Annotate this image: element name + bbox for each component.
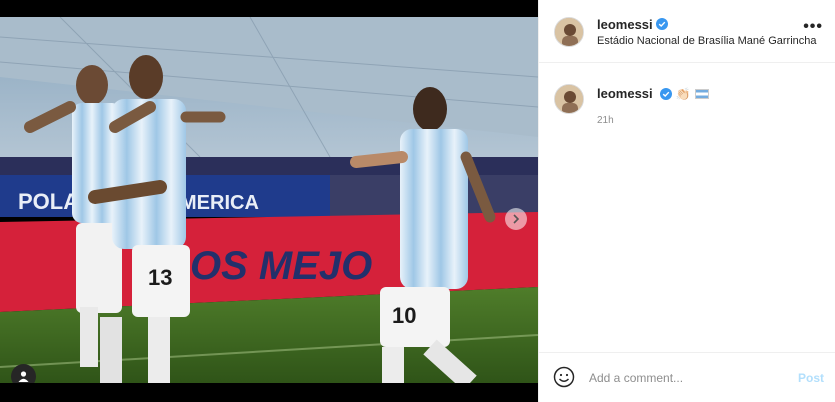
carousel-next-button[interactable] [505, 208, 527, 230]
author-username-text[interactable]: leomessi [597, 17, 653, 32]
banner-right-text: MERICA [180, 192, 259, 214]
comment-bar: Post [539, 352, 835, 402]
caption-avatar[interactable] [554, 84, 584, 114]
post-side-panel: leomessi Estádio Nacional de Brasília Ma… [538, 0, 835, 402]
post-photo[interactable]: POLA MERICA OS MEJO 13 10 [0, 17, 538, 383]
post-location[interactable]: Estádio Nacional de Brasília Mané Garrin… [597, 35, 822, 47]
comment-input[interactable] [589, 367, 779, 389]
author-avatar[interactable] [554, 17, 584, 47]
chevron-right-icon [513, 214, 520, 224]
clapping-hands-emoji: 👏🏻 [675, 86, 691, 101]
post-header: leomessi Estádio Nacional de Brasília Ma… [539, 0, 835, 63]
user-icon [18, 371, 29, 382]
author-username[interactable]: leomessi [597, 17, 668, 32]
caption-section: leomessi 👏🏻 21h [539, 63, 835, 353]
more-options-icon[interactable]: ••• [803, 19, 823, 35]
banner-left-text: POLA [18, 189, 79, 214]
verified-badge-icon [655, 18, 668, 30]
caption-row: leomessi 👏🏻 [597, 86, 709, 101]
player-13-number: 13 [148, 265, 172, 290]
photo-illustration: POLA MERICA OS MEJO 13 10 [0, 17, 538, 383]
tagged-users-button[interactable] [11, 364, 36, 383]
caption-username[interactable]: leomessi [597, 86, 653, 101]
post-timestamp[interactable]: 21h [597, 115, 614, 126]
player-10-number: 10 [392, 303, 416, 328]
post-comment-button[interactable]: Post [798, 371, 824, 385]
emoji-picker-icon[interactable] [553, 366, 575, 388]
argentina-flag-icon [694, 88, 709, 99]
ad-board-text: OS MEJO [190, 244, 372, 288]
avatar-image [555, 85, 583, 113]
verified-badge-icon [659, 87, 672, 100]
media-area: POLA MERICA OS MEJO 13 10 [0, 0, 538, 402]
post-viewer: POLA MERICA OS MEJO 13 10 leomessi Estád… [0, 0, 835, 402]
avatar-image [555, 18, 583, 46]
